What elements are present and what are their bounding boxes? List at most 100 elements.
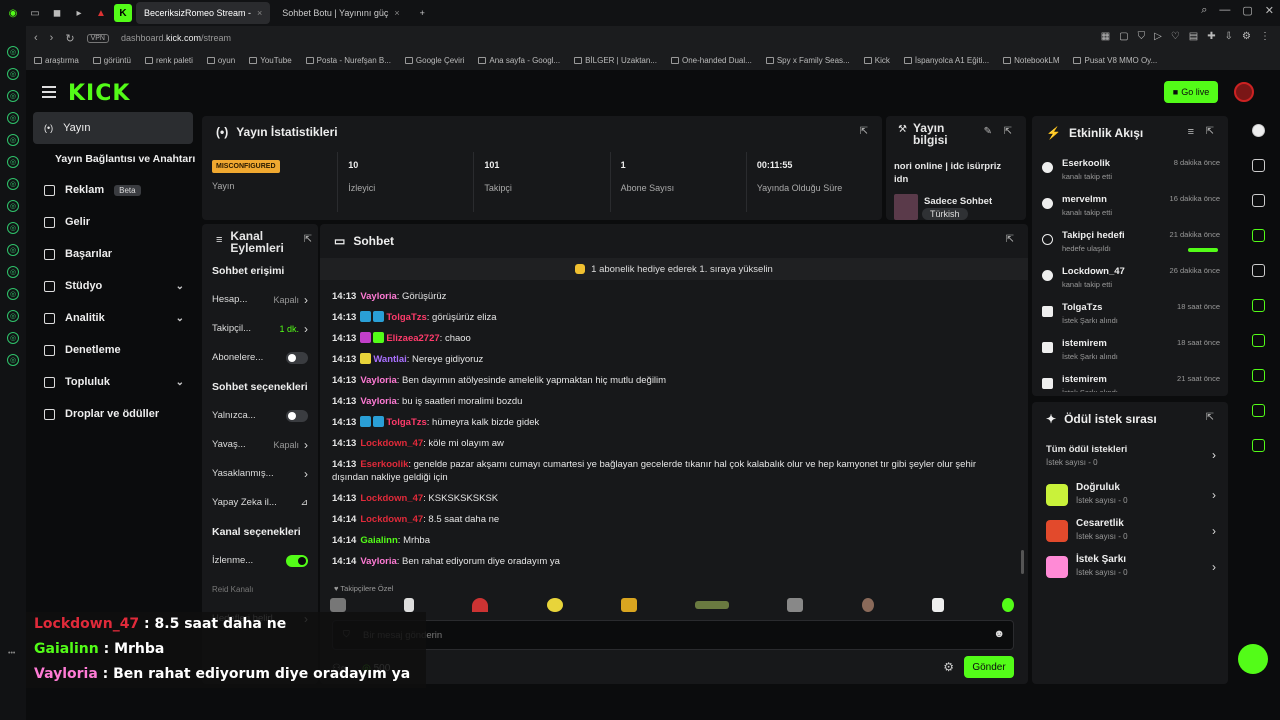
bookmark-item[interactable]: Google Çeviri bbox=[404, 56, 464, 65]
sidebar-app-icon[interactable]: ◎ bbox=[7, 68, 19, 80]
expand-icon[interactable]: ⇱ bbox=[860, 126, 868, 137]
reward-row[interactable]: Doğruluk İstek sayısı - 0 › bbox=[1032, 478, 1228, 514]
action-control[interactable]: ⊿ bbox=[300, 497, 308, 508]
event-item[interactable]: istemiremİstek Şarkı alındı21 saat önce bbox=[1032, 368, 1228, 392]
sidebar-app-icon[interactable]: ◎ bbox=[7, 244, 19, 256]
action-row[interactable]: Yapay Zeka il... ⊿ bbox=[202, 488, 318, 517]
settings-icon[interactable]: ⚙ bbox=[1242, 31, 1251, 42]
edit-icon[interactable] bbox=[1251, 159, 1265, 172]
shield-icon[interactable]: ⛉ bbox=[1138, 31, 1146, 42]
message-username[interactable]: Vayloria bbox=[360, 375, 396, 386]
help-button[interactable] bbox=[1238, 644, 1268, 674]
minimize-icon[interactable]: — bbox=[1219, 4, 1230, 17]
sidebar-app-icon[interactable]: ◎ bbox=[7, 46, 19, 58]
event-item[interactable]: TolgaTzs İstek Şarkı alındı 18 saat önce bbox=[1032, 296, 1228, 332]
sidebar-app-icon[interactable]: ◎ bbox=[7, 200, 19, 212]
tag-pill[interactable]: Türkish bbox=[922, 208, 968, 220]
link-icon[interactable] bbox=[1251, 334, 1265, 347]
search-icon[interactable]: ⌕ bbox=[1201, 4, 1207, 17]
expand-icon[interactable]: ⇱ bbox=[1206, 412, 1214, 423]
filter-icon[interactable]: ≡ bbox=[1188, 126, 1194, 138]
sidebar-app-icon[interactable]: ◎ bbox=[7, 288, 19, 300]
menu-icon[interactable]: ⋮ bbox=[1260, 31, 1270, 42]
sidebar-app-icon[interactable]: ◎ bbox=[7, 310, 19, 322]
play-icon[interactable]: ▷ bbox=[1154, 31, 1162, 42]
action-row[interactable]: Hesap... Kapalı › bbox=[202, 285, 318, 314]
sidebar-item[interactable]: Stüdyo ⌄ bbox=[26, 270, 196, 302]
message-username[interactable]: Vayloria bbox=[360, 396, 396, 407]
message-username[interactable]: Lockdown_47 bbox=[360, 514, 423, 525]
sidebar-app-icon[interactable]: ◎ bbox=[7, 222, 19, 234]
heart-icon[interactable]: ♡ bbox=[1171, 31, 1180, 42]
action-control[interactable] bbox=[286, 409, 308, 422]
action-control[interactable]: › bbox=[304, 467, 308, 481]
bookmark-item[interactable]: Posta - Nurefşan B... bbox=[305, 56, 391, 65]
emoji-icon[interactable]: ☻ bbox=[993, 628, 1005, 640]
pinned-message[interactable]: 1 abonelik hediye ederek 1. sıraya yükse… bbox=[320, 258, 1028, 280]
kick-logo[interactable]: KICK bbox=[68, 81, 130, 106]
action-row[interactable]: İzlenme... bbox=[202, 546, 318, 575]
close-tab-icon[interactable]: × bbox=[257, 8, 262, 18]
bookmark-item[interactable]: NotebookLM bbox=[1003, 56, 1059, 65]
emote[interactable] bbox=[695, 601, 730, 609]
sidebar-app-icon[interactable]: ◎ bbox=[7, 90, 19, 102]
sidebar-item[interactable]: Droplar ve ödüller bbox=[26, 398, 196, 430]
action-row[interactable]: Yavaş... Kapalı › bbox=[202, 430, 318, 459]
info-icon[interactable] bbox=[1251, 124, 1265, 137]
list-icon[interactable] bbox=[1251, 264, 1265, 277]
forward-icon[interactable]: › bbox=[50, 32, 54, 44]
wrench-icon[interactable] bbox=[1251, 404, 1265, 417]
expand-icon[interactable]: ⇱ bbox=[1006, 234, 1014, 245]
sidebar-app-icon[interactable]: ◎ bbox=[7, 178, 19, 190]
bookmark-item[interactable]: Spy x Family Seas... bbox=[765, 56, 850, 65]
bookmark-item[interactable]: One-handed Dual... bbox=[670, 56, 752, 65]
back-icon[interactable]: ‹ bbox=[34, 32, 38, 44]
reload-icon[interactable]: ↻ bbox=[65, 32, 74, 45]
reward-icon[interactable] bbox=[1251, 439, 1265, 452]
emote[interactable] bbox=[546, 598, 563, 612]
emote[interactable] bbox=[1001, 598, 1014, 612]
event-item[interactable]: Lockdown_47 kanalı takip etti 26 dakika ön… bbox=[1032, 260, 1228, 296]
toggle-switch[interactable] bbox=[286, 409, 308, 422]
bookmark-item[interactable]: Ana sayfa - Googl... bbox=[478, 56, 560, 65]
emote[interactable] bbox=[787, 598, 804, 612]
sidebar-item[interactable]: Analitik ⌄ bbox=[26, 302, 196, 334]
workspace-icon[interactable]: ▭ bbox=[26, 4, 44, 22]
emote[interactable] bbox=[472, 598, 489, 612]
action-control[interactable]: Kapalı › bbox=[273, 293, 308, 307]
hamburger-menu-icon[interactable] bbox=[42, 86, 56, 98]
calendar-icon[interactable] bbox=[1251, 369, 1265, 382]
pinned-tab-icon[interactable]: ◼ bbox=[48, 4, 66, 22]
send-button[interactable]: Gönder bbox=[964, 656, 1014, 678]
new-tab-button[interactable]: + bbox=[412, 2, 433, 24]
browser-tab[interactable]: BeceriksizRomeo Stream - × bbox=[136, 2, 271, 24]
pinned-tab-icon[interactable]: ▲ bbox=[92, 4, 110, 22]
expand-icon[interactable]: ⇱ bbox=[304, 234, 312, 245]
go-live-button[interactable]: ■ Go live bbox=[1164, 81, 1218, 103]
message-username[interactable]: Gaialinn bbox=[360, 535, 397, 546]
message-username[interactable]: Vayloria bbox=[360, 291, 396, 302]
extension-icon[interactable]: ▦ bbox=[1101, 31, 1110, 42]
close-icon[interactable]: ✕ bbox=[1265, 4, 1274, 17]
emote[interactable] bbox=[330, 598, 346, 612]
bookmark-item[interactable]: Pusat V8 MMO Oy... bbox=[1073, 56, 1157, 65]
sidebar-app-icon[interactable]: ◎ bbox=[7, 332, 19, 344]
event-item[interactable]: Takipçi hedefi hedefe ulaşıldı 21 dakika ö… bbox=[1032, 224, 1228, 260]
sidebar-subitem[interactable]: Yayın Bağlantısı ve Anahtarı bbox=[26, 144, 196, 174]
bookmark-item[interactable]: BİLGER | Uzaktan... bbox=[574, 56, 657, 65]
bookmark-item[interactable]: Kick bbox=[863, 56, 890, 65]
mod-icon[interactable] bbox=[1251, 194, 1265, 207]
action-row[interactable]: Yalnızca... bbox=[202, 401, 318, 430]
pinned-tab-icon[interactable]: ▸ bbox=[70, 4, 88, 22]
action-control[interactable]: 1 dk. › bbox=[279, 322, 308, 336]
vpn-badge[interactable]: VPN bbox=[86, 33, 109, 43]
sidebar-app-icon[interactable]: ◎ bbox=[7, 156, 19, 168]
bookmark-item[interactable]: YouTube bbox=[249, 56, 292, 65]
sidebar-item[interactable]: Reklam Beta bbox=[26, 174, 196, 206]
sidebar-app-icon[interactable]: ◎ bbox=[7, 266, 19, 278]
emote[interactable] bbox=[620, 598, 637, 612]
bookmark-item[interactable]: araştırma bbox=[34, 56, 79, 65]
bookmark-item[interactable]: oyun bbox=[206, 56, 235, 65]
event-item[interactable]: Eserkoolik kanalı takip etti 8 dakika önce bbox=[1032, 152, 1228, 188]
action-control[interactable]: Kapalı › bbox=[273, 438, 308, 452]
